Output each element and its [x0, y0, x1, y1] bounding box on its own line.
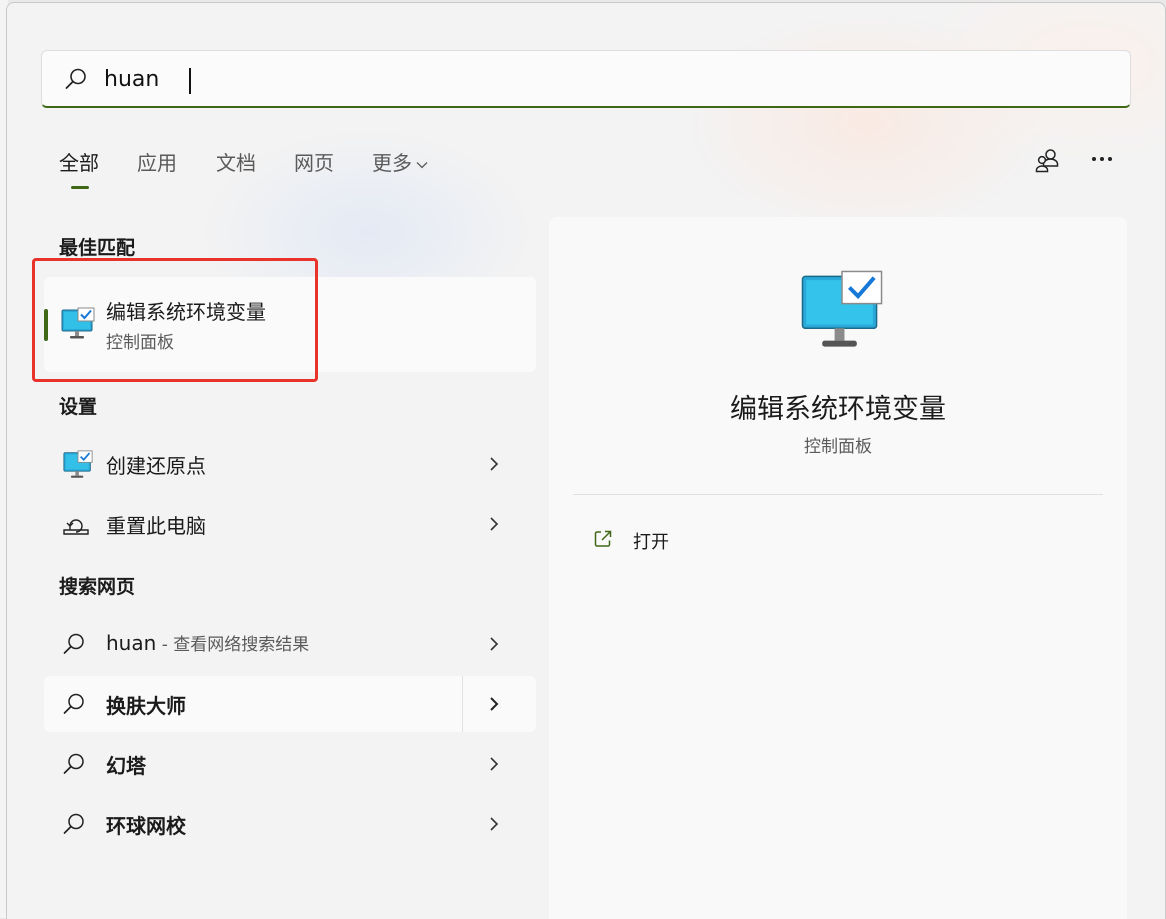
web-result-label: 换肤大师 [106, 694, 186, 718]
web-result-label: 幻塔 [106, 754, 146, 778]
annotation-highlight-box [32, 258, 318, 382]
tab-all[interactable]: 全部 [59, 147, 99, 176]
tab-more[interactable]: 更多 [372, 147, 428, 176]
web-result-suggestion-1[interactable]: 换肤大师 [44, 676, 536, 732]
search-icon [63, 753, 84, 774]
web-result-label: huan - 查看网络搜索结果 [106, 630, 309, 655]
settings-item-restore-point[interactable]: 创建还原点 [44, 436, 536, 492]
section-web-search: 搜索网页 [59, 576, 136, 598]
search-box[interactable] [41, 50, 1131, 108]
text-caret [189, 68, 191, 94]
detail-subtitle: 控制面板 [804, 437, 872, 457]
chevron-right-icon [490, 817, 499, 831]
search-panel: 全部 应用 文档 网页 更多 最佳匹配 编辑系统环境变量 控制面板 设置 [6, 2, 1166, 919]
reset-pc-icon [63, 519, 89, 535]
detail-divider [573, 494, 1103, 495]
web-result-huan[interactable]: huan - 查看网络搜索结果 [44, 616, 536, 672]
web-result-label: 环球网校 [106, 814, 186, 838]
open-action-label: 打开 [633, 532, 669, 553]
web-result-hint: - 查看网络搜索结果 [156, 635, 310, 655]
chevron-right-icon [490, 757, 499, 771]
search-icon [63, 813, 84, 834]
detail-title: 编辑系统环境变量 [730, 394, 946, 425]
search-input[interactable] [104, 63, 1004, 95]
section-settings: 设置 [59, 396, 98, 418]
detail-pane: 编辑系统环境变量 控制面板 打开 [549, 217, 1127, 919]
open-external-icon [594, 530, 612, 547]
account-switch-icon[interactable] [1035, 147, 1061, 173]
search-icon [65, 68, 86, 89]
active-tab-indicator [71, 186, 89, 189]
settings-item-reset-pc[interactable]: 重置此电脑 [44, 496, 536, 552]
open-action[interactable]: 打开 [579, 519, 779, 559]
system-properties-icon [801, 270, 883, 347]
settings-item-label: 创建还原点 [106, 454, 206, 478]
web-result-suggestion-2[interactable]: 幻塔 [44, 736, 536, 792]
web-result-query: huan [106, 631, 157, 655]
more-icon[interactable] [1091, 155, 1113, 163]
web-result-suggestion-3[interactable]: 环球网校 [44, 796, 536, 852]
search-icon [63, 633, 84, 654]
tab-apps[interactable]: 应用 [137, 147, 177, 176]
chevron-down-icon [416, 161, 428, 168]
tab-more-label: 更多 [372, 151, 412, 175]
tab-web[interactable]: 网页 [294, 147, 334, 176]
chevron-right-icon[interactable] [488, 692, 500, 716]
settings-item-label: 重置此电脑 [106, 514, 206, 538]
search-icon [63, 693, 84, 714]
chevron-right-icon [490, 457, 499, 471]
chevron-right-icon [490, 517, 499, 531]
section-best-match: 最佳匹配 [59, 237, 136, 259]
tab-documents[interactable]: 文档 [216, 147, 256, 176]
row-divider [462, 676, 463, 732]
system-properties-icon [63, 450, 93, 478]
chevron-right-icon [490, 637, 499, 651]
